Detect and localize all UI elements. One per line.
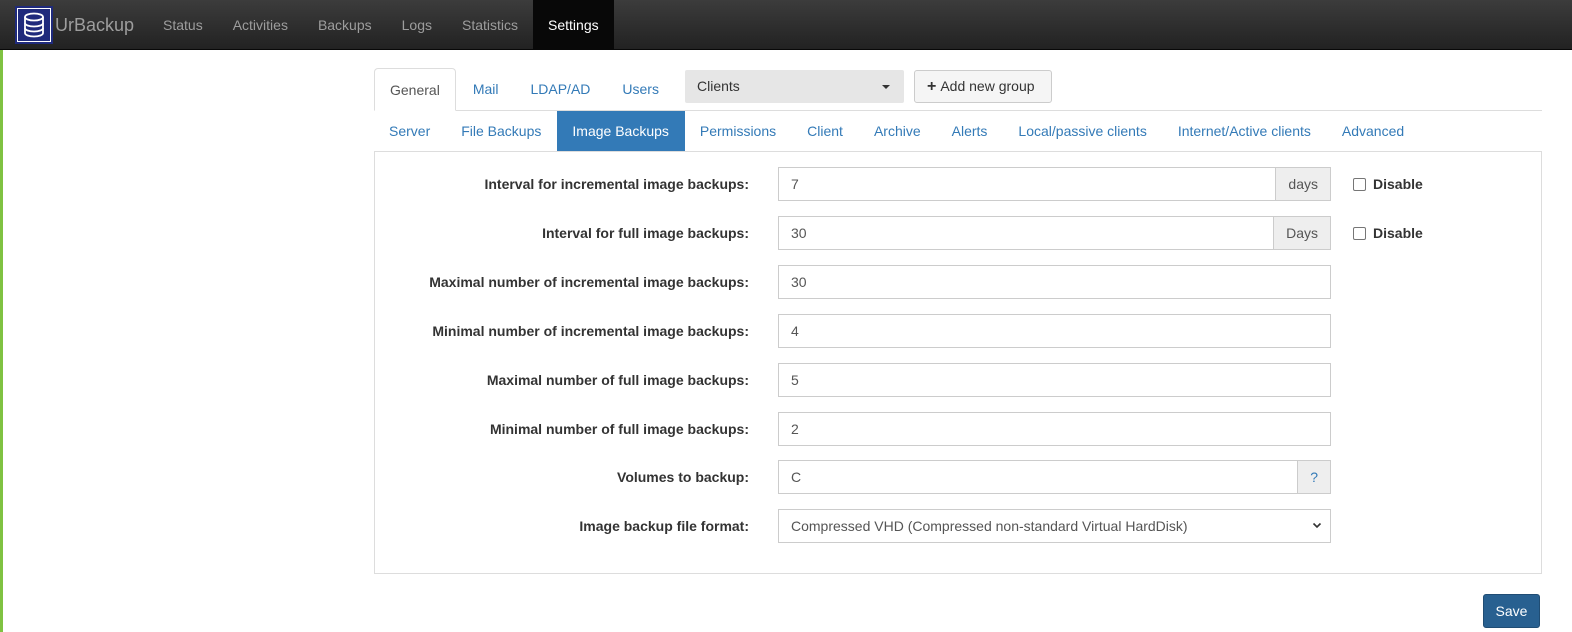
- brand-link[interactable]: UrBackup: [15, 6, 134, 44]
- full-interval-disable-label: Disable: [1373, 225, 1423, 241]
- incr-interval-disable-label: Disable: [1373, 176, 1423, 192]
- tab-users[interactable]: Users: [607, 68, 674, 110]
- full-interval-row: Interval for full image backups: 30 Days…: [375, 216, 1541, 250]
- full-interval-disable[interactable]: Disable: [1353, 216, 1423, 250]
- max-full-label: Maximal number of full image backups:: [486, 372, 749, 388]
- full-interval-unit: Days: [1273, 216, 1331, 250]
- max-full-group: 5: [778, 363, 1331, 397]
- tab-file-backups[interactable]: File Backups: [446, 111, 557, 151]
- full-interval-label: Interval for full image backups:: [542, 225, 749, 241]
- full-interval-input[interactable]: 30: [778, 216, 1274, 250]
- format-select[interactable]: Compressed VHD (Compressed non-standard …: [778, 509, 1331, 543]
- tab-server[interactable]: Server: [374, 111, 446, 151]
- save-button[interactable]: Save: [1483, 594, 1540, 628]
- tab-archive[interactable]: Archive: [859, 111, 937, 151]
- full-interval-group: 30 Days: [778, 216, 1331, 250]
- format-label: Image backup file format:: [579, 518, 749, 534]
- database-icon: [15, 6, 53, 44]
- max-incr-row: Maximal number of incremental image back…: [375, 265, 1541, 299]
- tab-internet-active-clients[interactable]: Internet/Active clients: [1163, 111, 1327, 151]
- nav-activities[interactable]: Activities: [218, 0, 303, 50]
- format-group: Compressed VHD (Compressed non-standard …: [778, 509, 1331, 543]
- group-select[interactable]: Clients: [685, 70, 904, 103]
- tab-general[interactable]: General: [374, 68, 456, 111]
- tab-permissions[interactable]: Permissions: [685, 111, 792, 151]
- min-full-input[interactable]: 2: [778, 412, 1331, 446]
- incr-interval-unit: days: [1275, 167, 1331, 201]
- tab-client[interactable]: Client: [792, 111, 859, 151]
- settings-sub-tabs: Server File Backups Image Backups Permis…: [374, 111, 1542, 152]
- min-incr-label: Minimal number of incremental image back…: [432, 323, 749, 339]
- tab-mail[interactable]: Mail: [458, 68, 514, 110]
- volumes-label: Volumes to backup:: [617, 469, 749, 485]
- incr-interval-disable-checkbox[interactable]: [1353, 177, 1366, 191]
- min-full-group: 2: [778, 412, 1331, 446]
- tab-alerts[interactable]: Alerts: [937, 111, 1004, 151]
- chevron-down-icon: [1312, 522, 1322, 529]
- image-backups-panel: Interval for incremental image backups: …: [374, 152, 1542, 574]
- min-incr-row: Minimal number of incremental image back…: [375, 314, 1541, 348]
- tab-local-passive-clients[interactable]: Local/passive clients: [1003, 111, 1162, 151]
- nav-logs[interactable]: Logs: [387, 0, 447, 50]
- volumes-row: Volumes to backup: C ?: [375, 460, 1541, 494]
- caret-down-icon: [882, 85, 890, 89]
- main-nav: Status Activities Backups Logs Statistic…: [148, 0, 614, 50]
- format-select-value: Compressed VHD (Compressed non-standard …: [791, 518, 1188, 534]
- volumes-help-button[interactable]: ?: [1297, 460, 1331, 494]
- plus-icon: +: [927, 78, 937, 95]
- tab-advanced[interactable]: Advanced: [1327, 111, 1420, 151]
- nav-statistics[interactable]: Statistics: [447, 0, 533, 50]
- min-incr-group: 4: [778, 314, 1331, 348]
- max-full-row: Maximal number of full image backups: 5: [375, 363, 1541, 397]
- full-interval-disable-checkbox[interactable]: [1353, 226, 1366, 240]
- format-row: Image backup file format: Compressed VHD…: [375, 509, 1541, 543]
- brand-name: UrBackup: [55, 14, 135, 35]
- incr-interval-group: 7 days: [778, 167, 1331, 201]
- settings-container: General Mail LDAP/AD Users Clients + Add …: [374, 68, 1542, 574]
- incr-interval-disable[interactable]: Disable: [1353, 167, 1423, 201]
- tab-image-backups[interactable]: Image Backups: [557, 111, 685, 151]
- max-incr-group: 30: [778, 265, 1331, 299]
- left-accent-bar: [0, 0, 3, 632]
- max-full-input[interactable]: 5: [778, 363, 1331, 397]
- nav-status[interactable]: Status: [148, 0, 218, 50]
- nav-backups[interactable]: Backups: [303, 0, 387, 50]
- group-select-value: Clients: [697, 78, 740, 94]
- incr-interval-label: Interval for incremental image backups:: [484, 176, 749, 192]
- nav-settings[interactable]: Settings: [533, 0, 614, 50]
- min-full-label: Minimal number of full image backups:: [489, 421, 749, 437]
- incr-interval-input[interactable]: 7: [778, 167, 1276, 201]
- add-group-label: Add new group: [940, 78, 1035, 94]
- tab-ldap[interactable]: LDAP/AD: [515, 68, 605, 110]
- volumes-input[interactable]: C: [778, 460, 1298, 494]
- top-navbar: UrBackup Status Activities Backups Logs …: [0, 0, 1572, 50]
- volumes-group: C ?: [778, 460, 1331, 494]
- incr-interval-row: Interval for incremental image backups: …: [375, 167, 1541, 201]
- add-group-button[interactable]: + Add new group: [914, 70, 1052, 103]
- max-incr-input[interactable]: 30: [778, 265, 1331, 299]
- settings-top-tabs: General Mail LDAP/AD Users Clients + Add …: [374, 68, 1542, 111]
- max-incr-label: Maximal number of incremental image back…: [429, 274, 749, 290]
- min-incr-input[interactable]: 4: [778, 314, 1331, 348]
- min-full-row: Minimal number of full image backups: 2: [375, 412, 1541, 446]
